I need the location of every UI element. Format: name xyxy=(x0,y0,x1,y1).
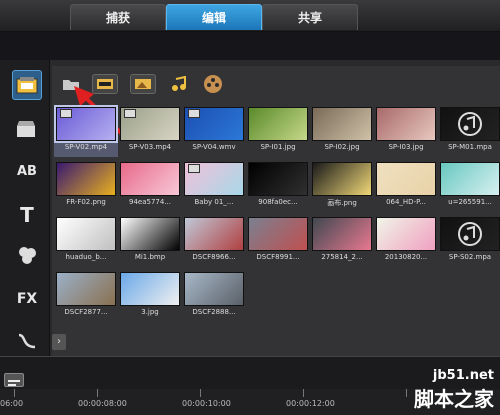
thumbnail-image xyxy=(440,107,500,141)
thumbnail-label: SP-V03.mp4 xyxy=(128,143,172,151)
expand-library-button[interactable]: › xyxy=(52,334,66,350)
thumbnail-label: SP-V02.mp4 xyxy=(64,143,108,151)
media-thumbnail[interactable]: u=265591... xyxy=(438,162,500,212)
thumbnail-image xyxy=(312,162,372,196)
media-thumbnail[interactable]: SP-I03.jpg xyxy=(374,107,438,157)
thumbnail-label: SP-I02.jpg xyxy=(324,143,360,151)
media-thumbnail[interactable]: Mi1.bmp xyxy=(118,217,182,267)
media-thumbnail[interactable]: DSCF8991... xyxy=(246,217,310,267)
show-photo-icon[interactable] xyxy=(130,74,156,94)
timeline-view-icon[interactable] xyxy=(4,373,24,387)
thumbnail-image xyxy=(312,107,372,141)
thumbnail-label: u=265591... xyxy=(448,198,492,206)
media-thumbnail[interactable]: SP-S02.mpa xyxy=(438,217,500,267)
thumbnail-image xyxy=(56,217,116,251)
media-thumbnail[interactable]: SP-M01.mpa xyxy=(438,107,500,157)
thumbnail-image xyxy=(440,162,500,196)
media-thumbnail[interactable]: 画布.png xyxy=(310,162,374,212)
media-thumbnail[interactable]: DSCF2877... xyxy=(54,272,118,322)
thumbnail-label: 画布.png xyxy=(327,199,357,207)
media-thumbnail[interactable]: SP-V02.mp4 xyxy=(54,105,118,157)
media-thumbnail[interactable]: SP-V04.wmv xyxy=(182,107,246,157)
media-thumbnail[interactable]: 064_HD-P... xyxy=(374,162,438,212)
thumbnail-image xyxy=(312,217,372,251)
thumbnail-image xyxy=(376,217,436,251)
filter-fx-icon[interactable]: FX xyxy=(12,284,42,314)
thumbnail-label: 064_HD-P... xyxy=(386,198,426,206)
thumbnail-label: SP-I01.jpg xyxy=(260,143,296,151)
tab-capture[interactable]: 捕获 xyxy=(70,4,166,30)
category-sidebar: AB T FX xyxy=(0,60,50,356)
thumbnail-image xyxy=(248,217,308,251)
thumbnail-label: DSCF8991... xyxy=(256,253,300,261)
site-watermark: jb51.net 脚本之家 xyxy=(414,368,494,411)
thumbnail-image xyxy=(184,107,244,141)
thumbnail-label: huaduo_b... xyxy=(65,253,107,261)
media-thumbnail[interactable]: 275814_2... xyxy=(310,217,374,267)
thumbnail-label: SP-M01.mpa xyxy=(448,143,492,151)
media-category-icon[interactable] xyxy=(12,70,42,100)
media-thumbnail[interactable]: Baby 01_... xyxy=(182,162,246,212)
path-icon[interactable] xyxy=(12,326,42,356)
thumbnail-image xyxy=(184,162,244,196)
thumbnail-label: DSCF8966... xyxy=(192,253,236,261)
thumbnail-label: Mi1.bmp xyxy=(134,253,166,261)
tab-edit[interactable]: 编辑 xyxy=(166,4,262,30)
media-thumbnail[interactable]: SP-I02.jpg xyxy=(310,107,374,157)
media-thumbnail[interactable]: 3.jpg xyxy=(118,272,182,322)
video-badge-icon xyxy=(188,164,200,173)
thumbnail-image xyxy=(248,107,308,141)
thumbnail-image xyxy=(54,105,118,143)
thumbnail-image xyxy=(120,162,180,196)
top-bar: 捕获 编辑 共享 xyxy=(0,0,500,32)
tab-share[interactable]: 共享 xyxy=(262,4,358,30)
thumbnail-label: Baby 01_... xyxy=(194,198,234,206)
media-thumbnail[interactable]: huaduo_b... xyxy=(54,217,118,267)
thumbnail-image xyxy=(376,107,436,141)
timecode: 00:00:12:00 xyxy=(286,399,335,408)
thumbnail-label: FR-F02.png xyxy=(66,198,106,206)
title-icon[interactable]: T xyxy=(12,200,42,230)
thumbnail-label: 908fa0ec... xyxy=(258,198,298,206)
media-thumbnail[interactable]: SP-V03.mp4 xyxy=(118,107,182,157)
film-reel-icon[interactable] xyxy=(200,74,226,94)
video-badge-icon xyxy=(60,109,72,118)
thumbnail-label: SP-S02.mpa xyxy=(448,253,492,261)
graphic-icon[interactable] xyxy=(12,240,42,270)
thumbnail-image xyxy=(56,162,116,196)
thumbnail-label: 275814_2... xyxy=(321,253,363,261)
thumbnail-label: 3.jpg xyxy=(141,308,159,316)
thumbnail-image xyxy=(120,272,180,306)
thumbnail-image xyxy=(184,272,244,306)
media-thumbnail[interactable]: DSCF2888... xyxy=(182,272,246,322)
thumbnail-label: SP-I03.jpg xyxy=(388,143,424,151)
thumbnail-label: 94ea5774... xyxy=(129,198,171,206)
thumbnail-label: DSCF2877... xyxy=(64,308,108,316)
thumbnail-image xyxy=(184,217,244,251)
thumbnail-image xyxy=(440,217,500,251)
video-badge-icon xyxy=(124,109,136,118)
media-thumbnail[interactable]: 20130820... xyxy=(374,217,438,267)
media-thumbnail[interactable]: 908fa0ec... xyxy=(246,162,310,212)
timecode: 06:00 xyxy=(0,399,24,408)
show-audio-icon[interactable] xyxy=(166,74,192,94)
thumbnail-image xyxy=(56,272,116,306)
thumbnail-label: DSCF2888... xyxy=(192,308,236,316)
instant-project-icon[interactable] xyxy=(12,114,42,144)
video-badge-icon xyxy=(188,109,200,118)
media-thumbnail[interactable]: DSCF8966... xyxy=(182,217,246,267)
timecode: 00:00:10:00 xyxy=(182,399,231,408)
thumbnail-image xyxy=(120,107,180,141)
thumbnail-label: 20130820... xyxy=(384,253,428,261)
menu-strip xyxy=(0,32,500,60)
thumbnail-label: SP-V04.wmv xyxy=(192,143,236,151)
thumbnail-image xyxy=(120,217,180,251)
timecode: 00:00:08:00 xyxy=(78,399,127,408)
transition-icon[interactable]: AB xyxy=(12,156,42,186)
thumbnail-image xyxy=(376,162,436,196)
thumbnail-image xyxy=(248,162,308,196)
media-thumbnail[interactable]: 94ea5774... xyxy=(118,162,182,212)
media-thumbnail[interactable]: SP-I01.jpg xyxy=(246,107,310,157)
media-thumbnail[interactable]: FR-F02.png xyxy=(54,162,118,212)
